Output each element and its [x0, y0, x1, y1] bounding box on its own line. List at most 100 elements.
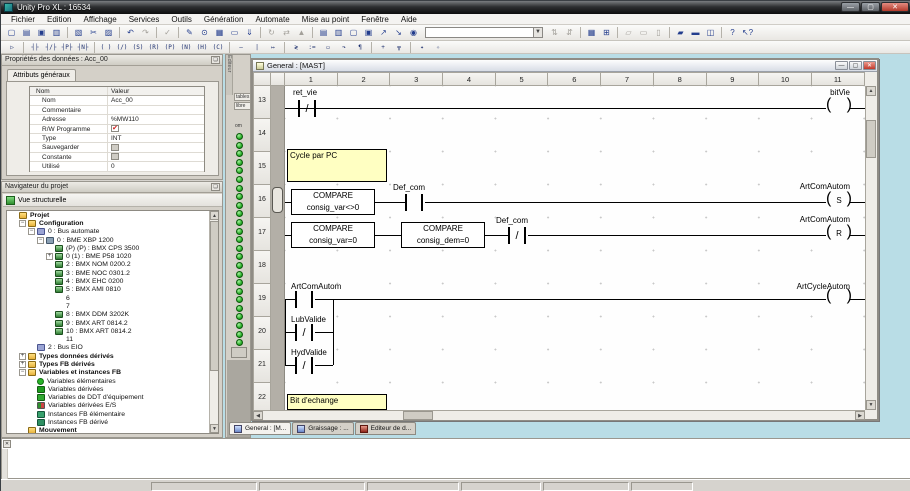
menu-services[interactable]: Services — [123, 15, 166, 24]
branch-icon[interactable]: ╦ — [392, 42, 407, 53]
tree-item-variables-l-mentaires[interactable]: Variables élémentaires — [7, 377, 207, 385]
vline-icon[interactable]: | — [250, 42, 265, 53]
fb-block-icon[interactable]: ▭ — [321, 42, 336, 53]
copy-icon[interactable]: ▨ — [102, 26, 116, 39]
contact-p-icon[interactable]: ┤P├ — [60, 42, 75, 53]
tree-item-0-1-bme-p58-1020[interactable]: +0 (1) : BME P58 1020 — [7, 252, 207, 260]
label-icon[interactable]: ¶ — [353, 42, 368, 53]
open-project-icon[interactable]: ▤ — [20, 26, 34, 39]
rung-number-21[interactable]: 21 — [253, 350, 271, 383]
call-coil-icon[interactable]: (C) — [211, 42, 226, 53]
menu-fichier[interactable]: Fichier — [5, 15, 41, 24]
coil-set-icon[interactable]: (S) — [131, 42, 146, 53]
hlink-icon[interactable]: ↦ — [266, 42, 281, 53]
coil-n-icon[interactable]: (N) — [179, 42, 194, 53]
panel-restore-icon[interactable]: ❏ — [211, 56, 220, 64]
context-help-icon[interactable]: ↖? — [741, 26, 755, 39]
compare-block-icon[interactable]: ≷ — [289, 42, 304, 53]
tree-item-4-bmx-ehc-0200[interactable]: 4 : BMX EHC 0200 — [7, 277, 207, 285]
import-icon[interactable]: ↗ — [377, 26, 391, 39]
tree-item-variables-de-ddt-d-quipement[interactable]: Variables de DDT d'équipement — [7, 394, 207, 402]
menu-mise-au-point[interactable]: Mise au point — [296, 15, 356, 24]
close-icon[interactable]: ✕ — [3, 440, 11, 448]
expand-icon[interactable]: + — [19, 361, 26, 368]
compare-block-consig-dem-eq-0[interactable]: COMPARE consig_dem=0 — [401, 222, 485, 248]
rung-number-22[interactable]: 22 — [253, 383, 271, 410]
rung-number-17[interactable]: 17 — [253, 218, 271, 251]
columns-icon[interactable]: ◫ — [704, 26, 718, 39]
background-window-strip[interactable]: Editeur tables libre om — [225, 54, 251, 438]
scroll-left-icon[interactable]: ◀ — [253, 411, 263, 420]
scrollbar-thumb[interactable] — [210, 221, 219, 371]
scroll-up-icon[interactable]: ▲ — [210, 211, 219, 220]
menu-g-n-ration[interactable]: Génération — [198, 15, 250, 24]
reset-coil-artcomautom[interactable]: (R) — [826, 226, 852, 244]
contact-no-icon[interactable]: ┤├ — [28, 42, 43, 53]
paste-icon[interactable]: ▧ — [72, 26, 86, 39]
ladder-vertical-scrollbar[interactable]: ▲ ▼ — [865, 86, 876, 410]
contact-nc-def-com[interactable]: / — [508, 227, 526, 244]
print-icon[interactable]: ▥ — [50, 26, 64, 39]
scope-combo-box[interactable]: ▼ — [425, 27, 543, 38]
variables-icon[interactable]: ⊞ — [600, 26, 614, 39]
rung-number-18[interactable]: 18 — [253, 251, 271, 284]
coil-bitvie[interactable]: () — [826, 99, 852, 117]
analyze-icon[interactable]: ✎ — [183, 26, 197, 39]
screen-icon[interactable]: ▭ — [228, 26, 242, 39]
compare-block-consig-var-eq-0[interactable]: COMPARE consig_var=0 — [291, 222, 375, 248]
tab-attributs-generaux[interactable]: Attributs généraux — [7, 69, 76, 81]
tree-item-8-bmx-ddm-3202k[interactable]: 8 : BMX DDM 3202K — [7, 311, 207, 319]
scroll-up-icon[interactable]: ▲ — [866, 86, 876, 96]
contact-n-icon[interactable]: ┤N├ — [76, 42, 91, 53]
layer-icon[interactable]: ▰ — [674, 26, 688, 39]
close-button[interactable]: ✕ — [881, 2, 909, 12]
tab-general-m[interactable]: General : [M... — [229, 422, 291, 435]
scroll-down-icon[interactable]: ▼ — [866, 400, 876, 410]
checkbox-disabled-icon[interactable] — [111, 153, 119, 160]
ladder-grid[interactable]: ret_vie / bitVie () Cycle par PC COMPARE… — [285, 86, 865, 410]
data-editor-icon[interactable]: ▦ — [213, 26, 227, 39]
contact-nc-icon[interactable]: ┤/├ — [44, 42, 59, 53]
coil-icon[interactable]: ( ) — [99, 42, 114, 53]
property-value[interactable] — [108, 153, 204, 161]
panel-restore-icon[interactable]: ❏ — [211, 183, 220, 191]
comment-bit-echange[interactable]: Bit d'echange — [287, 394, 387, 410]
tree-item-2-bus-eio[interactable]: 2 : Bus EIO — [7, 344, 207, 352]
chevron-down-icon[interactable]: ▼ — [533, 28, 542, 37]
rung-16-selection-handle[interactable] — [272, 187, 283, 213]
contact-nc-lubvalide[interactable]: / — [295, 324, 313, 341]
child-close-button[interactable]: ✕ — [863, 61, 876, 70]
rung-number-19[interactable]: 19 — [253, 284, 271, 317]
save-project-icon[interactable]: ▣ — [35, 26, 49, 39]
expand-icon[interactable]: + — [19, 353, 26, 360]
cut-icon[interactable]: ✂ — [87, 26, 101, 39]
collapse-icon[interactable]: − — [28, 228, 35, 235]
tree-item-2-bmx-nom-0200-2[interactable]: 2 : BMX NOM 0200.2 — [7, 261, 207, 269]
help-icon[interactable]: ? — [726, 26, 740, 39]
search-icon[interactable]: ◉ — [407, 26, 421, 39]
tree-item-7[interactable]: 7 — [7, 302, 207, 310]
scroll-down-icon[interactable]: ▼ — [210, 424, 219, 433]
rung-number-16[interactable]: 16 — [253, 185, 271, 218]
minimize-button[interactable]: — — [841, 2, 860, 12]
child-maximize-button[interactable]: ▢ — [849, 61, 862, 70]
contact-nc-hydvalide[interactable]: / — [295, 357, 313, 374]
tree-item-mouvement[interactable]: Mouvement — [7, 427, 207, 434]
tree-item-9-bmx-art-0814-2[interactable]: 9 : BMX ART 0814.2 — [7, 319, 207, 327]
tree-item-variables-d-riv-es-e-s[interactable]: Variables dérivées E/S — [7, 402, 207, 410]
tree-item-11[interactable]: 11 — [7, 335, 207, 343]
coil-reset-icon[interactable]: (R) — [147, 42, 162, 53]
rung-number-15[interactable]: 15 — [253, 152, 271, 185]
rung-number-14[interactable]: 14 — [253, 119, 271, 152]
tree-item-variables-d-riv-es[interactable]: Variables dérivées — [7, 385, 207, 393]
checkbox-disabled-icon[interactable] — [111, 144, 119, 151]
project-navigator-titlebar[interactable]: Navigateur du projet ❏ — [2, 182, 222, 193]
undo-icon[interactable]: ↶ — [124, 26, 138, 39]
tree-item-projet[interactable]: Projet — [7, 211, 207, 219]
menu-affichage[interactable]: Affichage — [77, 15, 122, 24]
new-project-icon[interactable]: ▢ — [5, 26, 19, 39]
tree-item-instances-fb-l-mentaire[interactable]: Instances FB élémentaire — [7, 410, 207, 418]
tree-item-0-bus-automate[interactable]: −0 : Bus automate — [7, 228, 207, 236]
ladder-window-titlebar[interactable]: General : [MAST] — ▢ ✕ — [253, 60, 877, 72]
checkbox-checked-icon[interactable]: ✔ — [111, 125, 119, 132]
